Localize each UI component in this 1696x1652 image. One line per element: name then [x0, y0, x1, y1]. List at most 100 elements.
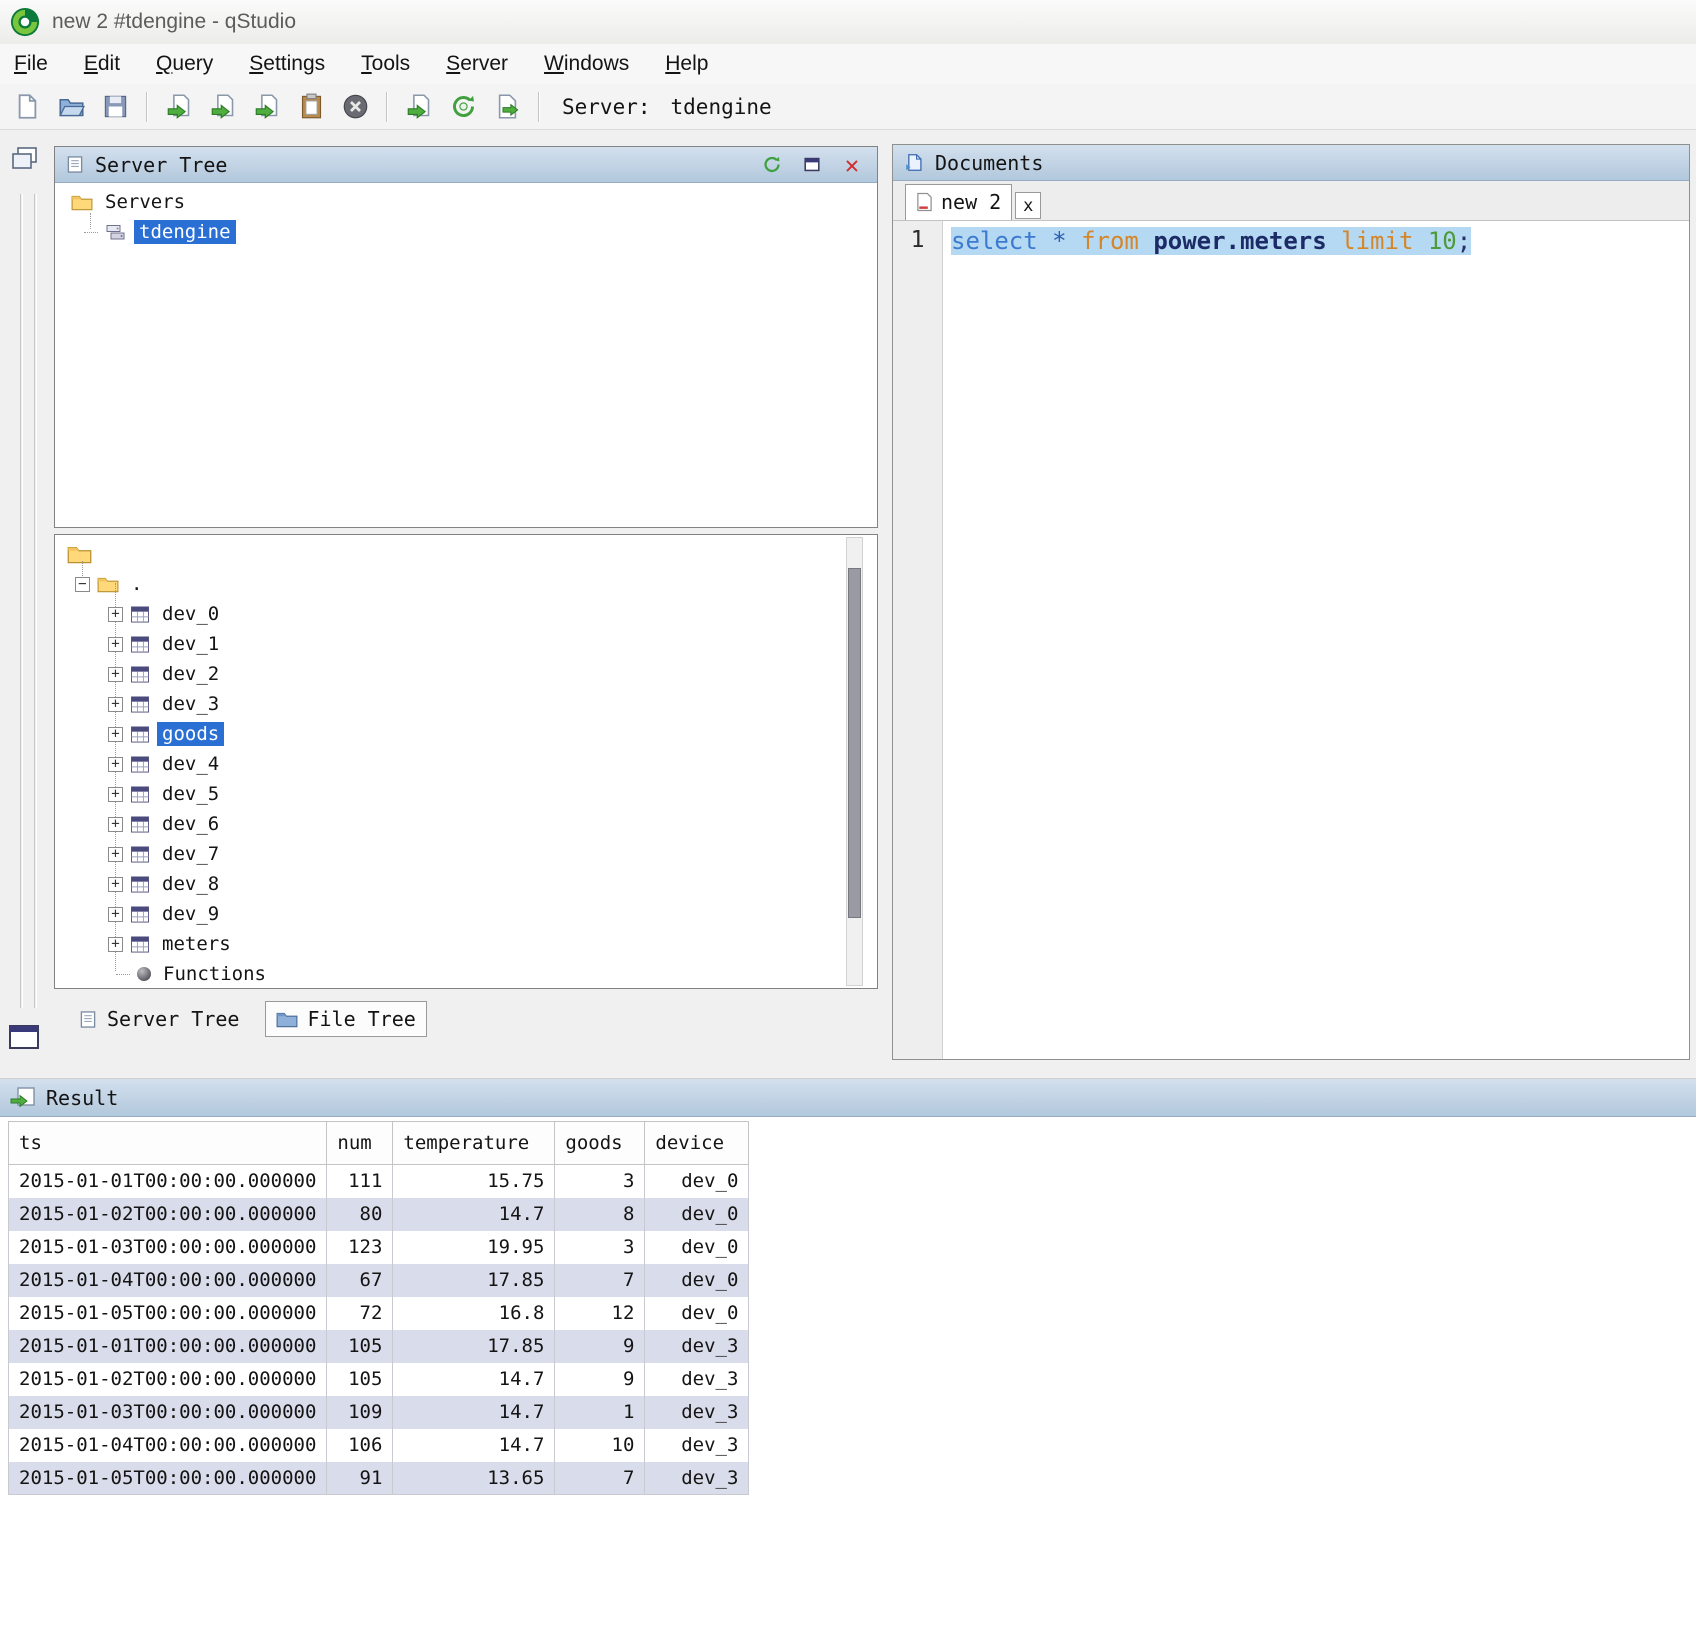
- tree-node-functions[interactable]: Functions: [55, 959, 877, 988]
- save-button[interactable]: [96, 89, 134, 125]
- column-header-device[interactable]: device: [645, 1122, 749, 1165]
- tree-node-table[interactable]: dev_0: [55, 599, 877, 629]
- table-row[interactable]: 2015-01-05T00:00:00.000000 91 13.65 7 de…: [9, 1462, 749, 1495]
- expand-expander[interactable]: [108, 667, 123, 682]
- open-file-button[interactable]: [52, 89, 90, 125]
- table-row[interactable]: 2015-01-01T00:00:00.000000 105 17.85 9 d…: [9, 1330, 749, 1363]
- tab-file-tree[interactable]: File Tree: [265, 1001, 426, 1037]
- cell-device: dev_0: [645, 1264, 749, 1297]
- editor-code-area[interactable]: select * from power.meters limit 10;: [943, 221, 1689, 1059]
- tree-node-table[interactable]: dev_1: [55, 629, 877, 659]
- table-label: dev_7: [157, 842, 224, 866]
- menu-settings[interactable]: Settings: [249, 52, 325, 76]
- expand-expander[interactable]: [108, 607, 123, 622]
- maximize-panel-button[interactable]: [797, 151, 827, 179]
- collapse-expander[interactable]: [75, 577, 90, 592]
- tab-new-2[interactable]: new 2: [905, 184, 1012, 220]
- tree-stub: [84, 232, 98, 233]
- paste-button[interactable]: [292, 89, 330, 125]
- tree-scrollbar-thumb[interactable]: [848, 568, 861, 918]
- table-row[interactable]: 2015-01-05T00:00:00.000000 72 16.8 12 de…: [9, 1297, 749, 1330]
- table-icon: [130, 756, 150, 773]
- tab-server-tree[interactable]: Server Tree: [68, 1002, 249, 1036]
- server-combo-label: Server:: [562, 95, 651, 119]
- tree-node-table[interactable]: dev_5: [55, 779, 877, 809]
- column-header-goods[interactable]: goods: [555, 1122, 645, 1165]
- expand-expander[interactable]: [108, 937, 123, 952]
- tree-node-table-selected[interactable]: goods: [55, 719, 877, 749]
- tree-node-dot-db[interactable]: .: [55, 569, 877, 599]
- tree-node-table[interactable]: dev_2: [55, 659, 877, 689]
- table-label: goods: [157, 722, 224, 746]
- run-query-button[interactable]: [160, 89, 198, 125]
- table-label: dev_8: [157, 872, 224, 896]
- expand-expander[interactable]: [108, 697, 123, 712]
- tree-node-table[interactable]: dev_4: [55, 749, 877, 779]
- tree-node-table[interactable]: dev_9: [55, 899, 877, 929]
- table-row[interactable]: 2015-01-03T00:00:00.000000 109 14.7 1 de…: [9, 1396, 749, 1429]
- tree-node-root[interactable]: [55, 539, 877, 569]
- menu-edit[interactable]: Edit: [84, 52, 120, 76]
- refresh-tree-button[interactable]: [757, 151, 787, 179]
- table-row[interactable]: 2015-01-04T00:00:00.000000 106 14.7 10 d…: [9, 1429, 749, 1462]
- table-row[interactable]: 2015-01-04T00:00:00.000000 67 17.85 7 de…: [9, 1264, 749, 1297]
- menu-help[interactable]: Help: [665, 52, 708, 76]
- new-document-button[interactable]: [8, 89, 46, 125]
- refresh-clock-icon: [450, 93, 477, 120]
- tab-close-button[interactable]: x: [1015, 192, 1041, 219]
- restore-windows-icon[interactable]: [10, 146, 40, 174]
- table-row[interactable]: 2015-01-02T00:00:00.000000 105 14.7 9 de…: [9, 1363, 749, 1396]
- cell-temperature: 14.7: [393, 1396, 555, 1429]
- tree-node-table[interactable]: dev_6: [55, 809, 877, 839]
- tree-node-table[interactable]: dev_3: [55, 689, 877, 719]
- cell-goods: 3: [555, 1165, 645, 1198]
- column-header-ts[interactable]: ts: [9, 1122, 327, 1165]
- cell-ts: 2015-01-02T00:00:00.000000: [9, 1198, 327, 1231]
- menu-server[interactable]: Server: [446, 52, 508, 76]
- cell-ts: 2015-01-04T00:00:00.000000: [9, 1264, 327, 1297]
- cell-temperature: 14.7: [393, 1363, 555, 1396]
- send-query-button[interactable]: [400, 89, 438, 125]
- tree-node-servers[interactable]: Servers: [55, 187, 877, 217]
- column-header-temperature[interactable]: temperature: [393, 1122, 555, 1165]
- menu-query[interactable]: Query: [156, 52, 213, 76]
- minimized-panel-icon[interactable]: [8, 1024, 40, 1050]
- expand-expander[interactable]: [108, 877, 123, 892]
- table-row[interactable]: 2015-01-01T00:00:00.000000 111 15.75 3 d…: [9, 1165, 749, 1198]
- table-label: dev_0: [157, 602, 224, 626]
- menu-windows[interactable]: Windows: [544, 52, 629, 76]
- menu-file[interactable]: File: [14, 52, 48, 76]
- tree-scrollbar[interactable]: [846, 537, 863, 986]
- server-combo-value[interactable]: tdengine: [671, 95, 772, 119]
- run-line-button[interactable]: [248, 89, 286, 125]
- expand-expander[interactable]: [108, 637, 123, 652]
- cell-num: 105: [327, 1363, 393, 1396]
- documents-title: Documents: [935, 151, 1043, 175]
- functions-label: Functions: [158, 962, 271, 986]
- cell-device: dev_3: [645, 1462, 749, 1495]
- close-icon: ✕: [845, 153, 859, 177]
- table-icon: [130, 786, 150, 803]
- table-row[interactable]: 2015-01-03T00:00:00.000000 123 19.95 3 d…: [9, 1231, 749, 1264]
- tree-node-tdengine[interactable]: tdengine: [55, 217, 877, 247]
- expand-expander[interactable]: [108, 787, 123, 802]
- expand-expander[interactable]: [108, 727, 123, 742]
- refresh-query-button[interactable]: [444, 89, 482, 125]
- cell-ts: 2015-01-05T00:00:00.000000: [9, 1297, 327, 1330]
- table-row[interactable]: 2015-01-02T00:00:00.000000 80 14.7 8 dev…: [9, 1198, 749, 1231]
- cell-goods: 7: [555, 1264, 645, 1297]
- tree-node-table[interactable]: dev_7: [55, 839, 877, 869]
- run-selection-icon: [210, 93, 237, 120]
- tree-node-table[interactable]: meters: [55, 929, 877, 959]
- cancel-query-button[interactable]: [336, 89, 374, 125]
- tree-node-table[interactable]: dev_8: [55, 869, 877, 899]
- column-header-num[interactable]: num: [327, 1122, 393, 1165]
- close-panel-button[interactable]: ✕: [837, 151, 867, 179]
- expand-expander[interactable]: [108, 757, 123, 772]
- expand-expander[interactable]: [108, 847, 123, 862]
- expand-expander[interactable]: [108, 907, 123, 922]
- menu-tools[interactable]: Tools: [361, 52, 410, 76]
- expand-expander[interactable]: [108, 817, 123, 832]
- run-selection-button[interactable]: [204, 89, 242, 125]
- export-button[interactable]: [488, 89, 526, 125]
